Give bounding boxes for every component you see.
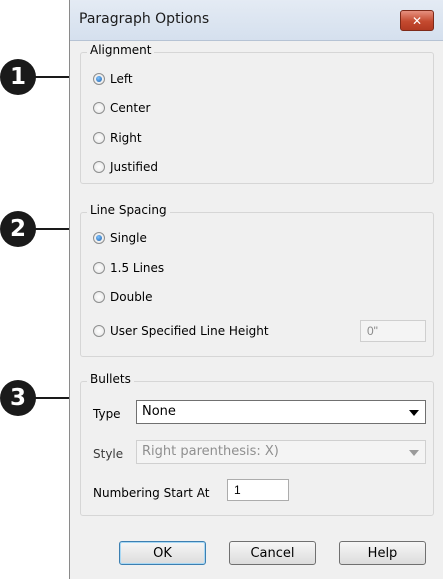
line-spacing-double-option[interactable]: Double: [93, 290, 153, 304]
radio-icon[interactable]: [93, 132, 105, 144]
radio-icon[interactable]: [93, 291, 105, 303]
alignment-justified-option[interactable]: Justified: [93, 160, 158, 174]
radio-icon[interactable]: [93, 161, 105, 173]
option-label: 1.5 Lines: [110, 261, 165, 275]
type-select[interactable]: None: [136, 400, 426, 424]
line-spacing-single-option[interactable]: Single: [93, 231, 147, 245]
help-button[interactable]: Help: [339, 541, 426, 565]
option-label: Justified: [110, 160, 158, 174]
line-spacing-1-5-option[interactable]: 1.5 Lines: [93, 261, 164, 275]
paragraph-options-dialog: Paragraph Options ✕ Alignment Left Cente…: [69, 0, 443, 579]
radio-icon[interactable]: [93, 102, 105, 114]
callout-number: 1: [0, 59, 36, 95]
close-button[interactable]: ✕: [400, 10, 434, 31]
type-select-value: None: [142, 404, 176, 419]
callout-number: 3: [0, 380, 36, 416]
option-label: Right: [110, 131, 142, 145]
line-height-input[interactable]: [360, 320, 426, 342]
option-label: User Specified Line Height: [110, 324, 269, 338]
line-spacing-legend: Line Spacing: [87, 203, 170, 217]
alignment-center-option[interactable]: Center: [93, 101, 150, 115]
line-spacing-user-specified-option[interactable]: User Specified Line Height: [93, 324, 269, 338]
chevron-down-icon: [409, 410, 419, 416]
close-icon: ✕: [411, 13, 423, 28]
type-label: Type: [93, 407, 121, 421]
alignment-group: Alignment Left Center Right Justified: [80, 43, 434, 184]
radio-icon[interactable]: [93, 262, 105, 274]
radio-selected-icon[interactable]: [93, 232, 105, 244]
alignment-left-option[interactable]: Left: [93, 72, 133, 86]
numbering-start-label: Numbering Start At: [93, 486, 210, 500]
ok-button[interactable]: OK: [119, 541, 206, 565]
title-bar[interactable]: Paragraph Options ✕: [70, 0, 443, 41]
callout-number: 2: [0, 211, 36, 247]
dialog-title: Paragraph Options: [79, 11, 210, 27]
line-spacing-group: Line Spacing Single 1.5 Lines Double Use…: [80, 203, 434, 357]
cancel-button[interactable]: Cancel: [229, 541, 316, 565]
chevron-down-icon: [409, 450, 419, 456]
style-label: Style: [93, 447, 124, 461]
option-label: Center: [110, 101, 151, 115]
option-label: Double: [110, 290, 153, 304]
numbering-start-input[interactable]: [227, 479, 289, 501]
option-label: Left: [110, 72, 133, 86]
radio-selected-icon[interactable]: [93, 73, 105, 85]
alignment-right-option[interactable]: Right: [93, 131, 142, 145]
alignment-legend: Alignment: [87, 43, 155, 57]
bullets-legend: Bullets: [87, 372, 134, 386]
style-select[interactable]: Right parenthesis: X): [136, 440, 426, 464]
radio-icon[interactable]: [93, 325, 105, 337]
style-select-value: Right parenthesis: X): [142, 444, 279, 459]
bullets-group: Bullets Type None Style Right parenthesi…: [80, 372, 434, 516]
option-label: Single: [110, 231, 147, 245]
